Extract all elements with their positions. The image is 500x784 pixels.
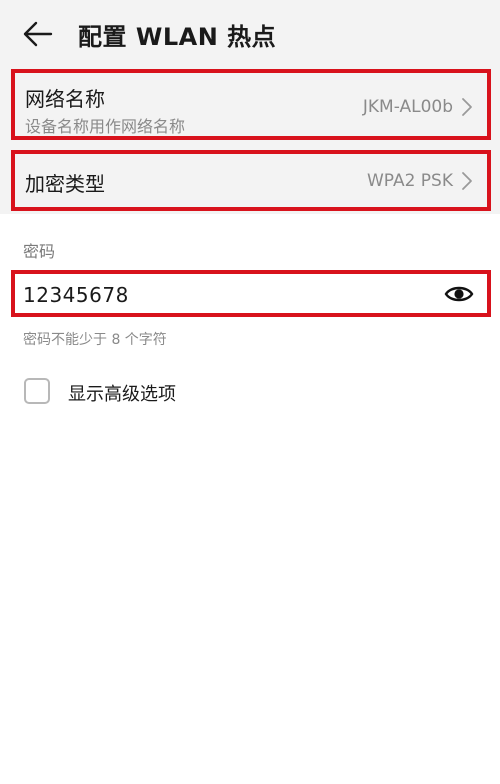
encryption-type-row[interactable]: 加密类型 WPA2 PSK <box>11 150 491 211</box>
encryption-type-value: WPA2 PSK <box>366 171 453 191</box>
show-advanced-checkbox[interactable] <box>24 378 50 404</box>
back-button[interactable] <box>18 14 58 54</box>
chevron-right-icon <box>462 98 472 116</box>
chevron-right-icon <box>462 172 472 190</box>
password-value[interactable]: 12345678 <box>23 283 129 307</box>
show-password-toggle[interactable] <box>443 281 475 307</box>
network-name-hint: 设备名称用作网络名称 <box>25 117 186 136</box>
app-bar: 配置 WLAN 热点 <box>0 0 500 66</box>
password-field[interactable]: 12345678 <box>11 270 491 317</box>
network-name-value: JKM-AL00b <box>362 97 453 117</box>
arrow-left-icon <box>23 21 53 47</box>
network-name-label: 网络名称 <box>25 87 105 111</box>
encryption-type-label: 加密类型 <box>25 172 105 196</box>
password-section-label: 密码 <box>23 242 56 261</box>
password-hint: 密码不能少于 8 个字符 <box>23 332 167 348</box>
page-title: 配置 WLAN 热点 <box>78 23 277 51</box>
show-advanced-label[interactable]: 显示高级选项 <box>68 380 176 406</box>
network-name-row[interactable]: 网络名称 设备名称用作网络名称 JKM-AL00b <box>11 69 491 140</box>
eye-icon <box>444 286 474 302</box>
